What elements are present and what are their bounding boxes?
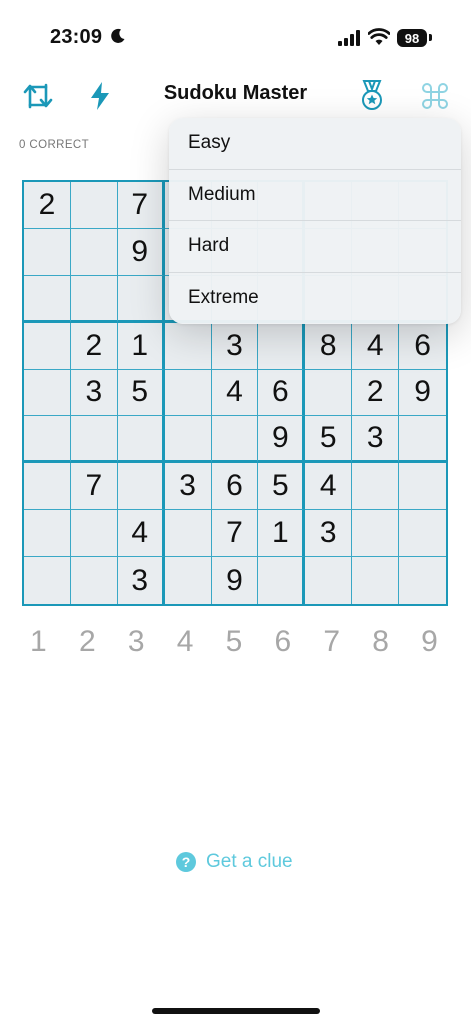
board-cell[interactable] bbox=[164, 510, 212, 558]
board-cell[interactable]: 4 bbox=[211, 369, 259, 417]
difficulty-menu: Easy Medium Hard Extreme bbox=[169, 118, 461, 324]
board-cell[interactable] bbox=[24, 416, 71, 464]
board-cell[interactable] bbox=[24, 228, 71, 276]
board-cell[interactable]: 6 bbox=[258, 369, 306, 417]
board-cell[interactable]: 2 bbox=[70, 322, 118, 370]
command-icon bbox=[422, 83, 448, 109]
board-cell[interactable]: 1 bbox=[117, 322, 165, 370]
app-title: Sudoku Master bbox=[163, 82, 308, 104]
wifi-icon bbox=[368, 28, 390, 45]
board-cell[interactable] bbox=[164, 557, 212, 604]
board-cell[interactable]: 5 bbox=[305, 416, 353, 464]
number-key-2[interactable]: 2 bbox=[63, 620, 112, 664]
board-cell[interactable] bbox=[352, 557, 400, 604]
board-cell[interactable]: 7 bbox=[117, 182, 165, 229]
board-cell[interactable] bbox=[211, 416, 259, 464]
board-cell[interactable]: 6 bbox=[211, 463, 259, 511]
board-cell[interactable] bbox=[305, 557, 353, 604]
nav-bar: Sudoku Master bbox=[0, 70, 471, 118]
number-key-3[interactable]: 3 bbox=[112, 620, 161, 664]
board-cell[interactable] bbox=[164, 416, 212, 464]
board-cell[interactable]: 9 bbox=[258, 416, 306, 464]
number-key-5[interactable]: 5 bbox=[210, 620, 259, 664]
board-cell[interactable]: 9 bbox=[399, 369, 446, 417]
board-cell[interactable]: 9 bbox=[211, 557, 259, 604]
board-cell[interactable]: 4 bbox=[305, 463, 353, 511]
board-cell[interactable]: 7 bbox=[211, 510, 259, 558]
board-cell[interactable] bbox=[399, 463, 446, 511]
board-cell[interactable]: 3 bbox=[305, 510, 353, 558]
cellular-signal-icon bbox=[338, 30, 360, 46]
difficulty-hard[interactable]: Hard bbox=[169, 221, 461, 273]
number-key-6[interactable]: 6 bbox=[258, 620, 307, 664]
board-cell[interactable]: 3 bbox=[164, 463, 212, 511]
battery-indicator: 98 bbox=[397, 29, 427, 47]
status-time: 23:09 bbox=[50, 26, 103, 48]
board-cell[interactable] bbox=[399, 416, 446, 464]
home-indicator bbox=[152, 1008, 320, 1014]
board-cell[interactable]: 2 bbox=[24, 182, 71, 229]
board-cell[interactable] bbox=[70, 228, 118, 276]
question-icon: ? bbox=[176, 852, 196, 872]
status-bar: 23:09 98 bbox=[0, 0, 471, 70]
number-key-8[interactable]: 8 bbox=[356, 620, 405, 664]
board-cell[interactable]: 4 bbox=[352, 322, 400, 370]
medal-icon bbox=[362, 80, 382, 110]
board-cell[interactable] bbox=[70, 510, 118, 558]
board-cell[interactable] bbox=[24, 275, 71, 323]
board-cell[interactable] bbox=[70, 275, 118, 323]
board-cell[interactable]: 6 bbox=[399, 322, 446, 370]
board-cell[interactable] bbox=[258, 322, 306, 370]
board-cell[interactable]: 1 bbox=[258, 510, 306, 558]
number-key-1[interactable]: 1 bbox=[14, 620, 63, 664]
board-cell[interactable] bbox=[305, 369, 353, 417]
command-button[interactable] bbox=[417, 78, 453, 114]
get-clue-label: Get a clue bbox=[206, 851, 293, 872]
number-key-9[interactable]: 9 bbox=[405, 620, 454, 664]
achievements-button[interactable] bbox=[354, 78, 390, 114]
board-cell[interactable] bbox=[164, 322, 212, 370]
board-cell[interactable]: 4 bbox=[117, 510, 165, 558]
number-pad: 1 2 3 4 5 6 7 8 9 bbox=[14, 620, 454, 664]
board-cell[interactable] bbox=[24, 557, 71, 604]
board-cell[interactable] bbox=[70, 182, 118, 229]
moon-icon bbox=[111, 28, 125, 43]
battery-tip bbox=[429, 34, 432, 41]
board-cell[interactable]: 7 bbox=[70, 463, 118, 511]
correct-count: 0 CORRECT bbox=[19, 139, 90, 151]
board-cell[interactable] bbox=[164, 369, 212, 417]
get-clue-button[interactable]: ? Get a clue bbox=[176, 850, 293, 874]
board-cell[interactable]: 3 bbox=[70, 369, 118, 417]
number-key-7[interactable]: 7 bbox=[307, 620, 356, 664]
board-cell[interactable] bbox=[117, 463, 165, 511]
board-cell[interactable] bbox=[399, 510, 446, 558]
board-cell[interactable]: 3 bbox=[117, 557, 165, 604]
board-cell[interactable] bbox=[24, 463, 71, 511]
board-cell[interactable] bbox=[24, 322, 71, 370]
difficulty-easy[interactable]: Easy bbox=[169, 118, 461, 170]
board-cell[interactable] bbox=[352, 510, 400, 558]
board-cell[interactable]: 9 bbox=[117, 228, 165, 276]
board-cell[interactable] bbox=[24, 510, 71, 558]
board-cell[interactable] bbox=[399, 557, 446, 604]
board-cell[interactable] bbox=[70, 557, 118, 604]
board-cell[interactable]: 3 bbox=[211, 322, 259, 370]
board-cell[interactable]: 8 bbox=[305, 322, 353, 370]
board-cell[interactable] bbox=[352, 463, 400, 511]
board-cell[interactable]: 5 bbox=[117, 369, 165, 417]
difficulty-extreme[interactable]: Extreme bbox=[169, 273, 461, 325]
board-cell[interactable] bbox=[70, 416, 118, 464]
board-cell[interactable] bbox=[24, 369, 71, 417]
number-key-4[interactable]: 4 bbox=[161, 620, 210, 664]
board-cell[interactable]: 5 bbox=[258, 463, 306, 511]
board-cell[interactable]: 2 bbox=[352, 369, 400, 417]
board-cell[interactable] bbox=[258, 557, 306, 604]
board-cell[interactable] bbox=[117, 275, 165, 323]
board-cell[interactable] bbox=[117, 416, 165, 464]
difficulty-medium[interactable]: Medium bbox=[169, 170, 461, 221]
board-cell[interactable]: 3 bbox=[352, 416, 400, 464]
